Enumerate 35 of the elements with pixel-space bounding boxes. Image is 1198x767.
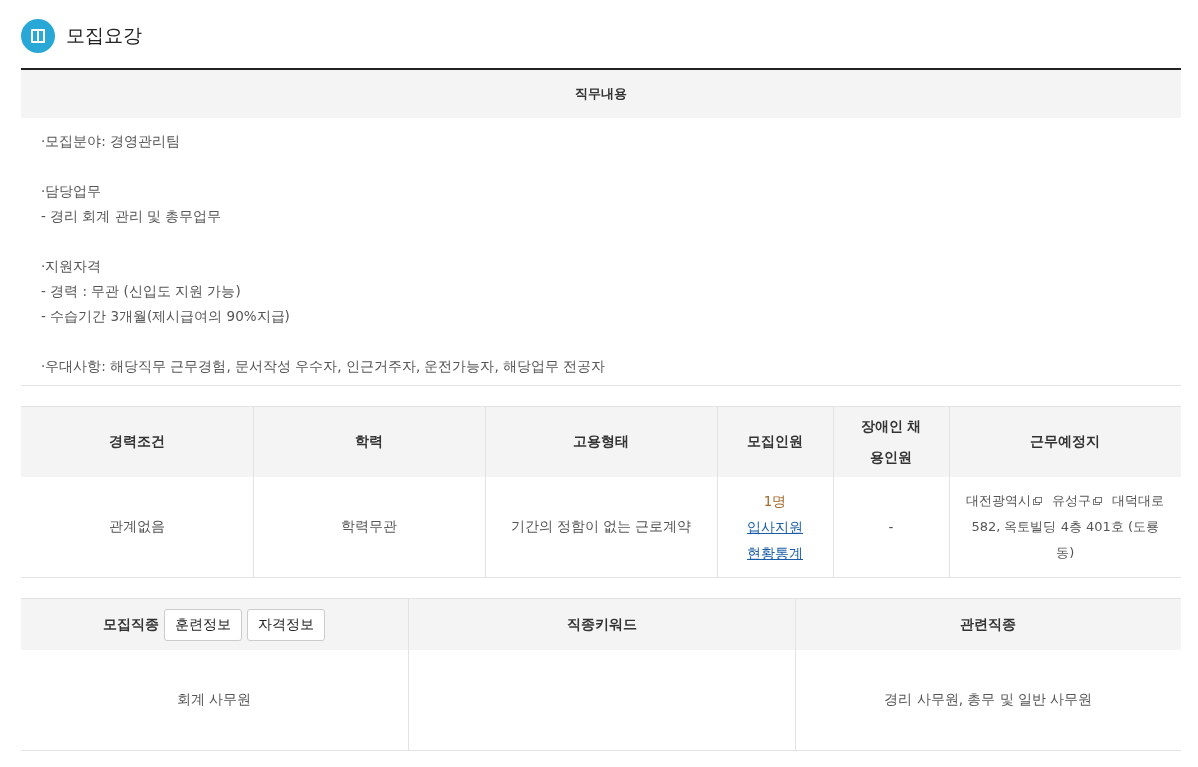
table-cell: 학력무관 xyxy=(341,518,397,534)
location-link[interactable]: 대전광역시 xyxy=(966,493,1032,508)
description-line: - 경력 : 무관 (신입도 지원 가능) xyxy=(41,282,242,301)
statistics-link[interactable]: 현황통계 xyxy=(747,545,803,561)
table-cell: 경리 사무원, 총무 및 일반 사무원 xyxy=(884,691,1093,707)
table-header: 직종키워드 xyxy=(566,615,637,634)
description-line: - 수습기간 3개월(제시급여의 90%지급) xyxy=(41,307,291,326)
description-line: ·담당업무 xyxy=(41,182,103,201)
section-title: 모집요강 xyxy=(66,23,142,48)
table-header: 모집인원 xyxy=(747,433,803,449)
external-window-icon xyxy=(1033,497,1043,505)
info-button[interactable]: 훈련정보 xyxy=(164,608,243,641)
table-header: 경력조건 xyxy=(108,433,165,449)
table-header: 장애인 채용인원 xyxy=(860,417,922,467)
table-cell: 관계없음 xyxy=(108,518,165,534)
statistics-link[interactable]: 입사지원 xyxy=(747,519,803,535)
book-icon xyxy=(21,19,55,53)
table-header: 학력 xyxy=(355,433,383,449)
headcount-text: 1명 xyxy=(762,492,788,511)
external-window-icon xyxy=(1093,497,1103,505)
table-header: 직무내용 xyxy=(575,85,627,103)
table-header: 관련직종 xyxy=(960,615,1017,634)
location-link[interactable]: 유성구 xyxy=(1052,493,1092,508)
table-header: 근무예정지 xyxy=(1030,433,1101,449)
description-line: ·우대사항: 해당직무 근무경험, 문서작성 우수자, 인근거주자, 운전가능자, 해당업무 전공자 xyxy=(41,357,607,376)
info-button[interactable]: 자격정보 xyxy=(247,608,326,641)
table-cell: 회계 사무원 xyxy=(177,691,252,707)
description-line: - 경리 회계 관리 및 총무업무 xyxy=(41,207,223,226)
table-header: 고용형태 xyxy=(573,433,629,449)
address-text: 대전광역시 유성구 대덕대로 582, 옥토빌딩 4층 401호 (도룡동) xyxy=(965,492,1166,562)
table-cell: - xyxy=(888,519,894,535)
description-line: ·지원자격 xyxy=(41,257,103,276)
table-header: 모집직종 xyxy=(103,615,160,634)
table-cell: 기간의 정함이 없는 근로계약 xyxy=(510,518,692,534)
description-line: ·모집분야: 경영관리팀 xyxy=(41,132,182,151)
